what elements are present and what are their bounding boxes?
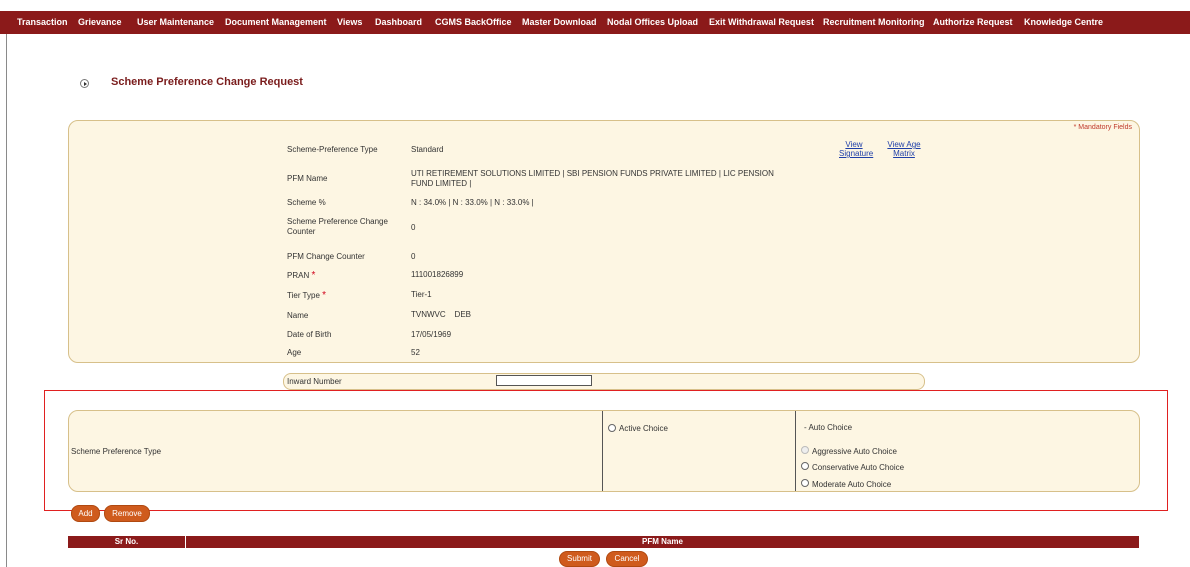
auto-choice-label: - Auto Choice [804,423,853,432]
moderate-auto-choice-radio[interactable] [801,479,809,487]
view-signature-link[interactable]: View Signature [839,140,873,158]
age-label: Age [287,348,302,357]
top-nav-bar: Transaction Grievance User Maintenance D… [0,11,1190,34]
pfm-change-counter-value: 0 [411,252,416,261]
pfm-name-label: PFM Name [287,174,328,183]
pran-value: 111001826899 [411,270,464,279]
details-panel [68,120,1140,363]
inward-number-row [283,373,925,390]
scheme-preference-type-label: Scheme-Preference Type [287,145,378,154]
pfm-table-header: Sr No. PFM Name [68,536,1139,548]
nav-views[interactable]: Views [337,11,362,34]
mandatory-fields-note: * Mandatory Fields [1073,124,1132,131]
page-title: Scheme Preference Change Request [111,76,303,88]
active-choice-label: Active Choice [619,424,668,433]
active-choice-radio[interactable] [608,424,616,432]
nav-grievance[interactable]: Grievance [78,11,122,34]
date-of-birth-label: Date of Birth [287,330,332,339]
column-divider-2 [795,411,796,491]
add-button[interactable]: Add [71,505,100,522]
nav-transaction[interactable]: Transaction [17,11,68,34]
aggressive-auto-choice-label: Aggressive Auto Choice [812,447,897,456]
tier-type-label: Tier Type * [287,290,327,301]
cancel-button[interactable]: Cancel [606,551,648,567]
nav-recruitment-monitoring[interactable]: Recruitment Monitoring [823,11,925,34]
age-value: 52 [411,348,420,357]
nav-cgms-backoffice[interactable]: CGMS BackOffice [435,11,512,34]
nav-user-maintenance[interactable]: User Maintenance [137,11,214,34]
moderate-auto-choice-label: Moderate Auto Choice [812,480,892,489]
remove-button[interactable]: Remove [104,505,150,522]
inward-number-input[interactable] [496,375,592,386]
conservative-auto-choice-radio[interactable] [801,462,809,470]
scheme-preference-panel [68,410,1140,492]
aggressive-auto-choice-radio[interactable] [801,446,809,454]
submit-button[interactable]: Submit [559,551,600,567]
pfm-name-value: UTI RETIREMENT SOLUTIONS LIMITED | SBI P… [411,169,774,188]
date-of-birth-value: 17/05/1969 [411,330,452,339]
name-value: TVNWVC DEB [411,310,472,319]
scheme-preference-type-value: Standard [411,145,444,154]
pfm-change-counter-label: PFM Change Counter [287,252,365,261]
nav-dashboard[interactable]: Dashboard [375,11,422,34]
scheme-percent-label: Scheme % [287,198,326,207]
column-divider-1 [602,411,603,491]
nav-exit-withdrawal-request[interactable]: Exit Withdrawal Request [709,11,814,34]
conservative-auto-choice-label: Conservative Auto Choice [812,463,905,472]
page-left-border [6,34,7,567]
inward-number-label: Inward Number [287,377,342,386]
scheme-preference-type-select-label: Scheme Preference Type [71,447,162,456]
nav-nodal-offices-upload[interactable]: Nodal Offices Upload [607,11,698,34]
pfm-name-header: PFM Name [642,537,683,546]
scheme-preference-change-counter-label: Scheme Preference Change Counter [287,217,388,236]
name-label: Name [287,311,309,320]
tier-type-value: Tier-1 [411,290,432,299]
scheme-preference-change-counter-value: 0 [411,223,416,232]
nav-document-management[interactable]: Document Management [225,11,327,34]
sr-no-header: Sr No. [114,537,139,546]
nav-authorize-request[interactable]: Authorize Request [933,11,1013,34]
nav-knowledge-centre[interactable]: Knowledge Centre [1024,11,1103,34]
nav-master-download[interactable]: Master Download [522,11,597,34]
arrow-circle-icon [80,79,89,88]
scheme-percent-value: N : 34.0% | N : 33.0% | N : 33.0% | [411,198,534,207]
view-age-matrix-link[interactable]: View Age Matrix [885,140,923,158]
pran-label: PRAN * [287,270,316,281]
